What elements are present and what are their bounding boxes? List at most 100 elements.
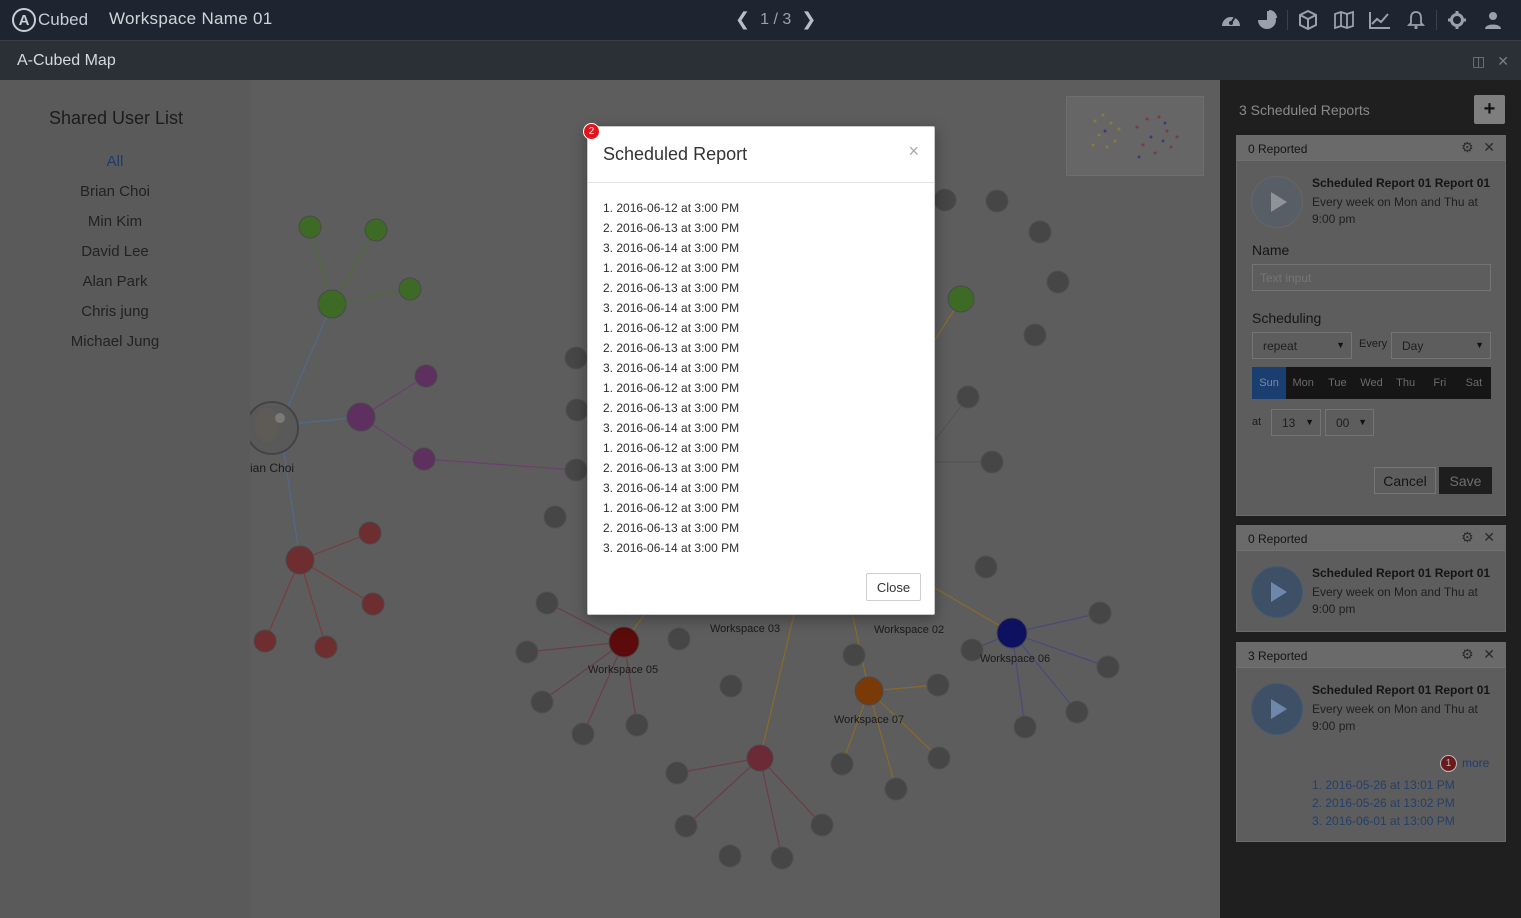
close-button[interactable]: Close xyxy=(866,573,921,601)
every-label: Every xyxy=(1359,338,1388,350)
repeat-select[interactable]: repeat ▼ xyxy=(1252,332,1352,359)
app-logo[interactable]: A Cubed xyxy=(12,7,88,33)
pager-text: 1 / 3 xyxy=(760,10,792,28)
page-title: A-Cubed Map xyxy=(17,52,116,69)
play-icon[interactable] xyxy=(1251,176,1303,228)
weekday-selector: Sun Mon Tue Wed Thu Fri Sat xyxy=(1252,367,1491,399)
user-item-all[interactable]: All xyxy=(0,152,230,182)
repeat-value: repeat xyxy=(1263,339,1298,353)
map-icon[interactable] xyxy=(1326,8,1362,32)
report-card-header: 0 Reported ⚙ ✕ xyxy=(1237,526,1505,551)
list-item: 3. 2016-06-14 at 3:00 PM xyxy=(603,241,740,255)
list-item: 3. 2016-06-14 at 3:00 PM xyxy=(603,361,740,375)
day-sun[interactable]: Sun xyxy=(1252,367,1287,399)
gear-icon[interactable]: ⚙ xyxy=(1461,647,1475,661)
user-item[interactable]: David Lee xyxy=(0,242,230,272)
report-schedule-desc: Every week on Mon and Thu at 9:00 pm xyxy=(1312,195,1478,226)
hour-select[interactable]: 13 ▼ xyxy=(1271,409,1321,436)
close-icon[interactable]: ✕ xyxy=(1483,529,1495,546)
workspace-name: Workspace Name 01 xyxy=(109,9,273,28)
list-item: 3. 2016-06-14 at 3:00 PM xyxy=(603,481,740,495)
scheduling-label: Scheduling xyxy=(1252,310,1322,326)
every-select[interactable]: Day ▼ xyxy=(1391,332,1491,359)
history-item[interactable]: 1. 2016-05-26 at 13:01 PM xyxy=(1312,776,1455,794)
report-card-header: 3 Reported ⚙ ✕ xyxy=(1237,643,1505,668)
minimap[interactable] xyxy=(1066,96,1204,176)
play-icon[interactable] xyxy=(1251,566,1303,618)
workspace-label: Workspace 02 xyxy=(874,624,944,636)
user-item[interactable]: Chris jung xyxy=(0,302,230,332)
top-bar: A Cubed Workspace Name 01 ❮ 1 / 3 ❯ xyxy=(0,0,1521,40)
gear-icon[interactable]: ⚙ xyxy=(1461,530,1475,544)
chevron-left-icon[interactable]: ❮ xyxy=(735,9,750,30)
chevron-right-icon[interactable]: ❯ xyxy=(801,9,816,30)
name-label: Name xyxy=(1252,242,1290,258)
workspace-label: Workspace 03 xyxy=(710,623,780,635)
day-sat[interactable]: Sat xyxy=(1457,367,1491,399)
user-item[interactable]: Alan Park xyxy=(0,272,230,302)
reported-count: 0 Reported xyxy=(1248,142,1308,156)
report-summary: Scheduled Report 01 Report 01 Every week… xyxy=(1237,668,1505,748)
pie-chart-icon[interactable] xyxy=(1249,8,1285,32)
divider xyxy=(1287,10,1288,30)
cancel-button[interactable]: Cancel xyxy=(1374,467,1436,494)
more-link[interactable]: more xyxy=(1462,756,1489,770)
line-chart-icon[interactable] xyxy=(1362,8,1398,32)
cube-icon[interactable] xyxy=(1290,8,1326,32)
user-item[interactable]: Min Kim xyxy=(0,212,230,242)
close-icon[interactable]: × xyxy=(908,141,919,162)
dashboard-icon[interactable] xyxy=(1213,8,1249,32)
top-icon-bar xyxy=(1213,8,1511,32)
minute-select[interactable]: 00 ▼ xyxy=(1325,409,1374,436)
close-icon[interactable]: ✕ xyxy=(1497,53,1509,70)
list-item: 2. 2016-06-13 at 3:00 PM xyxy=(603,521,740,535)
workspace-label: Workspace 07 xyxy=(834,714,904,726)
user-icon[interactable] xyxy=(1475,8,1511,32)
history-item[interactable]: 2. 2016-05-26 at 13:02 PM xyxy=(1312,794,1455,812)
user-item[interactable]: Michael Jung xyxy=(0,332,230,362)
logo-mark: A xyxy=(12,8,36,32)
day-thu[interactable]: Thu xyxy=(1389,367,1423,399)
report-schedule-desc: Every week on Mon and Thu at 9:00 pm xyxy=(1312,585,1478,616)
close-icon[interactable]: ✕ xyxy=(1483,139,1495,156)
list-item: 1. 2016-06-12 at 3:00 PM xyxy=(603,381,740,395)
gear-icon[interactable] xyxy=(1439,8,1475,32)
day-wed[interactable]: Wed xyxy=(1354,367,1388,399)
report-title: Scheduled Report 01 Report 01 xyxy=(1312,176,1491,190)
list-item: 1. 2016-06-12 at 3:00 PM xyxy=(603,441,740,455)
report-summary: Scheduled Report 01 Report 01 Every week… xyxy=(1237,551,1505,631)
divider xyxy=(588,182,934,183)
workspace-label: Workspace 05 xyxy=(588,664,658,676)
play-icon[interactable] xyxy=(1251,683,1303,735)
caret-down-icon: ▼ xyxy=(1305,417,1314,427)
modal-title: Scheduled Report xyxy=(603,144,748,164)
caret-down-icon: ▼ xyxy=(1475,340,1484,350)
workspace-label: Workspace 06 xyxy=(980,653,1050,665)
bell-icon[interactable] xyxy=(1398,8,1434,32)
list-item: 2. 2016-06-13 at 3:00 PM xyxy=(603,461,740,475)
workspace-pager: ❮ 1 / 3 ❯ xyxy=(735,9,816,30)
day-mon[interactable]: Mon xyxy=(1286,367,1320,399)
report-title: Scheduled Report 01 Report 01 xyxy=(1312,683,1491,697)
history-item[interactable]: 3. 2016-06-01 at 13:00 PM xyxy=(1312,812,1455,830)
gear-icon[interactable]: ⚙ xyxy=(1461,140,1475,154)
window-controls: ◫ ✕ xyxy=(1472,53,1509,70)
report-name-input[interactable] xyxy=(1252,264,1491,291)
report-summary: Scheduled Report 01 Report 01 Every week… xyxy=(1237,161,1505,241)
list-item: 3. 2016-06-14 at 3:00 PM xyxy=(603,541,740,555)
map-title-bar: A-Cubed Map ◫ ✕ xyxy=(0,40,1521,80)
save-button[interactable]: Save xyxy=(1439,467,1492,494)
reported-count: 0 Reported xyxy=(1248,532,1308,546)
user-list: All Brian Choi Min Kim David Lee Alan Pa… xyxy=(0,152,230,362)
user-item[interactable]: Brian Choi xyxy=(0,182,230,212)
report-card: 0 Reported ⚙ ✕ Scheduled Report 01 Repor… xyxy=(1236,135,1506,516)
notification-badge: 2 xyxy=(583,123,600,140)
day-tue[interactable]: Tue xyxy=(1320,367,1354,399)
layout-icon[interactable]: ◫ xyxy=(1472,53,1485,70)
day-fri[interactable]: Fri xyxy=(1423,367,1457,399)
scheduled-dates-list: 1. 2016-06-12 at 3:00 PM 2. 2016-06-13 a… xyxy=(603,200,739,560)
close-icon[interactable]: ✕ xyxy=(1483,646,1495,663)
scheduled-reports-panel: 3 Scheduled Reports + 0 Reported ⚙ ✕ Sch… xyxy=(1220,80,1521,918)
notification-badge: 1 xyxy=(1440,755,1457,772)
add-report-button[interactable]: + xyxy=(1474,95,1505,124)
